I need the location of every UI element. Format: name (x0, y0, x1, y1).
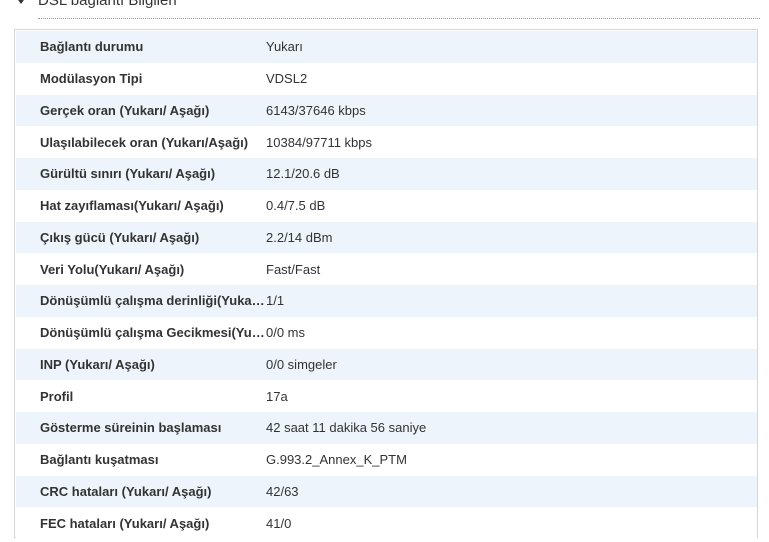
row-label: Bağlantı durumu (40, 39, 144, 55)
table-row: Çıkış gücü (Yukarı/ Aşağı) 2.2/14 dBm (16, 221, 757, 254)
row-label: INP (Yukarı/ Aşağı) (40, 356, 155, 372)
row-label: FEC hataları (Yukarı/ Aşağı) (40, 515, 210, 531)
dsl-info-table: Bağlantı durumu Yukarı Modülasyon Tipi VDSL… (16, 31, 757, 539)
row-value: 17a (266, 388, 288, 404)
row-label: Bağlantı kuşatması (40, 452, 159, 468)
row-label: Çıkış gücü (Yukarı/ Aşağı) (40, 229, 200, 245)
table-row: Modülasyon Tipi VDSL2 (16, 62, 757, 95)
row-value: Fast/Fast (266, 261, 321, 277)
row-label: Modülasyon Tipi (40, 71, 143, 87)
row-label: Profil (40, 388, 74, 404)
row-label: Gösterme süreinin başlaması (40, 420, 222, 436)
divider (38, 18, 760, 19)
row-label: Veri Yolu(Yukarı/ Aşağı) (40, 261, 185, 277)
table-row: Veri Yolu(Yukarı/ Aşağı) Fast/Fast (16, 253, 757, 285)
table-row: Gürültü sınırı (Yukarı/ Aşağı) 12.1/20.6 … (16, 158, 757, 190)
row-value: 1/1 (266, 293, 285, 309)
row-value: 42/63 (266, 483, 299, 499)
row-label: Ulaşılabilecek oran (Yukarı/Aşağı) (40, 134, 249, 150)
table-row: CRC hataları (Yukarı/ Aşağı) 42/63 (16, 475, 757, 508)
table-row: Bağlantı durumu Yukarı (16, 31, 757, 63)
row-value: 0.4/7.5 dB (266, 198, 326, 214)
row-label: Gürültü sınırı (Yukarı/ Aşağı) (40, 166, 216, 182)
row-value: 12.1/20.6 dB (266, 166, 340, 182)
table-row: Dönüşümlü çalışma Gecikmesi(Yukarı/ Aşağ… (16, 316, 757, 349)
table-row: Bağlantı kuşatması G.993.2_Annex_K_PTM (16, 443, 757, 476)
row-value: 0/0 simgeler (266, 356, 337, 372)
row-value: VDSL2 (266, 71, 308, 87)
section-header[interactable]: DSL bağlantı Bilgileri (0, 0, 769, 15)
chevron-down-icon[interactable] (16, 0, 26, 4)
row-value: 10384/97711 kbps (266, 134, 373, 150)
row-label: Gerçek oran (Yukarı/ Aşağı) (40, 102, 210, 118)
table-row: Ulaşılabilecek oran (Yukarı/Aşağı) 10384/… (16, 126, 757, 158)
row-label: Hat zayıflaması(Yukarı/ Aşağı) (40, 198, 224, 214)
row-label: Dönüşümlü çalışma Gecikmesi(Yukarı/ Aşağ… (40, 325, 266, 341)
row-value: Yukarı (266, 39, 303, 55)
table-row: Profil 17a (16, 380, 757, 412)
row-value: 6143/37646 kbps (266, 102, 366, 118)
row-label: Dönüşümlü çalışma derinliği(Yukarı/ Aşağ… (40, 293, 266, 309)
row-value: G.993.2_Annex_K_PTM (266, 452, 407, 468)
table-row: Gerçek oran (Yukarı/ Aşağı) 6143/37646 kb… (16, 94, 757, 127)
row-value: 0/0 ms (266, 325, 306, 341)
row-value: 41/0 (266, 515, 292, 531)
table-row: FEC hataları (Yukarı/ Aşağı) 41/0 (16, 507, 757, 539)
table-row: INP (Yukarı/ Aşağı) 0/0 simgeler (16, 348, 757, 381)
table-row: Gösterme süreinin başlaması 42 saat 11 da… (16, 412, 757, 444)
dsl-info-panel: Bağlantı durumu Yukarı Modülasyon Tipi VDSL… (14, 29, 758, 539)
section-title: DSL bağlantı Bilgileri (38, 0, 177, 9)
row-value: 2.2/14 dBm (266, 229, 333, 245)
table-row: Dönüşümlü çalışma derinliği(Yukarı/ Aşağ… (16, 285, 757, 317)
row-label: CRC hataları (Yukarı/ Aşağı) (40, 483, 212, 499)
row-value: 42 saat 11 dakika 56 saniye (266, 420, 427, 436)
table-row: Hat zayıflaması(Yukarı/ Aşağı) 0.4/7.5 dB (16, 189, 757, 222)
